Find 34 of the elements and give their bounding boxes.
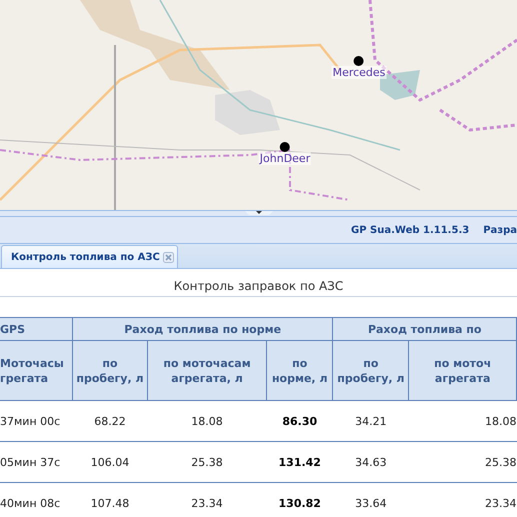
table-cell: 05мин 37с xyxy=(0,442,72,482)
table-cell: 34.63 xyxy=(332,442,409,482)
table-cell: 131.42 xyxy=(266,442,333,482)
column-header: по моточ агрегата xyxy=(408,340,516,400)
table-cell: 34.21 xyxy=(332,400,409,442)
group-header: GPS xyxy=(0,318,72,340)
table-cell: 37мин 00с xyxy=(0,400,72,442)
version-label: GP Sua.Web 1.11.5.3 xyxy=(351,224,470,236)
table-cell: 25.38 xyxy=(408,442,516,482)
group-header: Раход топлива по норме xyxy=(72,318,333,340)
table-cell: 40мин 08с xyxy=(0,482,72,517)
column-header: по моточасам агрегата, л xyxy=(148,340,267,400)
table-cell: 18.08 xyxy=(408,400,516,442)
table-cell: 68.22 xyxy=(72,400,148,442)
table-cell: 86.30 xyxy=(266,400,333,442)
marker-label: JohnDeer xyxy=(258,152,312,165)
group-header: Раход топлива по xyxy=(332,318,516,340)
column-header: по пробегу, л xyxy=(72,340,148,400)
table-cell: 106.04 xyxy=(72,442,148,482)
collapse-handle[interactable] xyxy=(244,211,272,215)
table-cell: 18.08 xyxy=(148,400,267,442)
tab[interactable]: Контроль топлива по АЗС xyxy=(1,245,178,268)
table-cell: 23.34 xyxy=(408,482,516,517)
table-cell: 130.82 xyxy=(266,482,333,517)
report-title: Контроль заправок по АЗС xyxy=(174,279,344,293)
table-cell: 23.34 xyxy=(148,482,267,517)
table-cell: 107.48 xyxy=(72,482,148,517)
table-cell: 25.38 xyxy=(148,442,267,482)
column-header: по пробегу, л xyxy=(332,340,409,400)
column-header: Моточасы грегата xyxy=(0,340,72,400)
table-cell: 33.64 xyxy=(332,482,409,517)
marker-label: Mercedes xyxy=(332,66,386,79)
toolbar-link[interactable]: Разра xyxy=(483,224,517,236)
column-header: по норме, л xyxy=(266,340,333,400)
